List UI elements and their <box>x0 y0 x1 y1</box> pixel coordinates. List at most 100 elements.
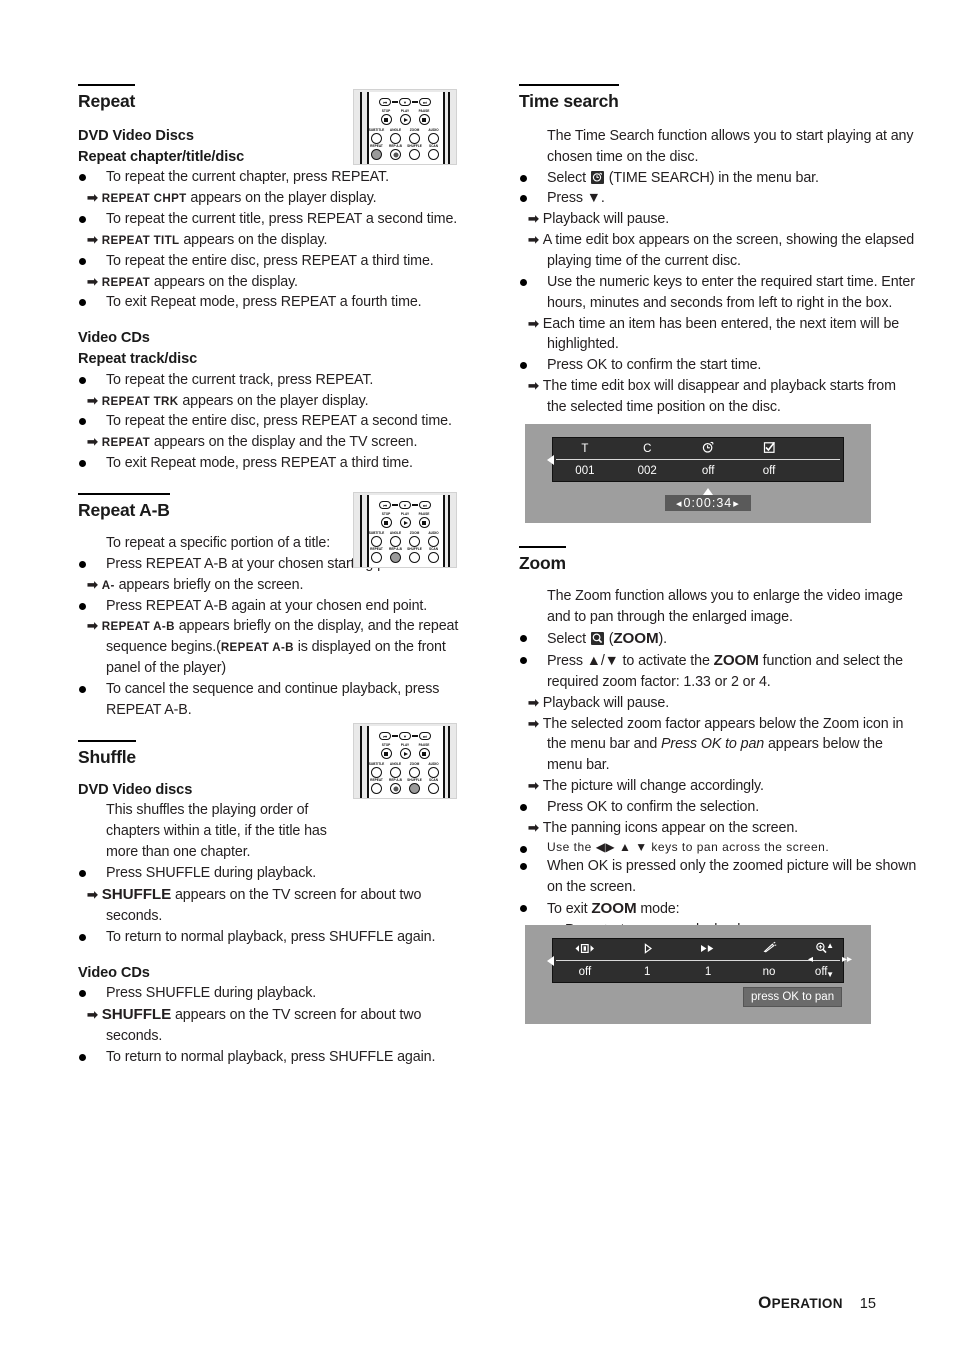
list-item: ➡ REPEAT TRK appears on the player displa… <box>87 392 369 409</box>
scan-button: SCAN <box>428 778 439 794</box>
remote-row-transport: ⏮ ▼ ⏭ <box>354 98 456 106</box>
up-arrow-icon: ▲ <box>826 941 834 950</box>
arrow-icon: ➡ <box>528 211 539 227</box>
arrow-icon: ➡ <box>87 231 98 247</box>
prev-button: ⏮ <box>379 501 392 509</box>
list-item: ➡ SHUFFLE appears on the TV screen for ab… <box>87 885 422 924</box>
connector <box>411 735 418 737</box>
figure-zoom-osd: off 1 1 no off ▲ ▼ ▸▸ ◂ press OK to pan <box>525 925 871 1024</box>
remote-row-playback: STOP PLAY PAUSE <box>354 743 456 759</box>
next-button: ⏭ <box>418 98 431 106</box>
menu-left-arrow-icon <box>547 454 554 465</box>
repeat-ab-button-highlighted: REP A-B <box>389 547 402 563</box>
right-arrow-icon: ▸▸ <box>841 954 852 965</box>
connector <box>411 101 418 103</box>
list-item: Press SHUFFLE during playback. <box>78 983 478 1004</box>
connector <box>411 504 418 506</box>
repeat-button: REPEAT <box>370 778 383 794</box>
down-arrow-icon: ▼ <box>826 970 834 979</box>
pause-button: PAUSE <box>418 743 430 759</box>
list-item: Select (ZOOM). <box>519 628 919 650</box>
arrow-icon: ➡ <box>528 715 539 731</box>
osd-value-row: 001 002 off off <box>553 460 843 481</box>
angle-button: ANGLE <box>390 531 401 547</box>
prev-button: ⏮ <box>379 732 392 740</box>
stop-button: STOP <box>380 743 392 759</box>
osd-menu-bar: T C 001 002 off off <box>547 437 844 482</box>
remote-row-transport: ⏮ ▼ ⏭ <box>354 732 456 740</box>
remote-row-modes: REPEAT REP A-B SHUFFLE SCAN <box>354 778 456 794</box>
osd-cell-subtitle-icon <box>617 942 678 958</box>
manual-page: Repeat DVD Video Discs Repeat chapter/ti… <box>0 0 954 1351</box>
osd-value-marker: off <box>762 464 776 477</box>
connector <box>392 101 399 103</box>
subtitle-button: SUBTITLE <box>369 128 384 144</box>
open-close-button: ▼ <box>399 98 411 106</box>
right-arrow-icon: ▸ <box>733 498 740 510</box>
section-time-search-header: Time search <box>519 84 919 115</box>
open-close-button: ▼ <box>399 732 411 740</box>
figure-time-search-osd: T C 001 002 off off ◂0:00:34▸ <box>525 424 871 523</box>
list-item: ➡ REPEAT appears on the display. <box>87 273 298 290</box>
page-number: 15 <box>859 1296 876 1312</box>
section-zoom-header: Zoom <box>519 545 919 577</box>
subtitle-button: SUBTITLE <box>369 762 384 778</box>
zoom-intro: The Zoom function allows you to enlarge … <box>547 587 903 625</box>
zoom-button: ZOOM <box>409 762 420 778</box>
time-edit-box: ◂0:00:34▸ <box>665 488 751 511</box>
list-item: ➡ The picture will change accordingly. <box>528 778 764 795</box>
list-item: ➡ SHUFFLE appears on the TV screen for ab… <box>87 1006 422 1045</box>
inner-left-arrow-icon: ◂ <box>807 954 813 965</box>
list-item: To repeat the current track, press REPEA… <box>78 370 478 391</box>
arrow-icon: ➡ <box>87 190 98 206</box>
connector <box>392 504 399 506</box>
list-item: ➡ REPEAT CHPT appears on the player displ… <box>87 190 377 207</box>
play-button: PLAY <box>399 743 411 759</box>
up-indicator-icon <box>702 488 713 495</box>
remote-figure-repeat: ⏮ ▼ ⏭ STOP PLAY PAUSE SUBTITLE ANGLE ZOO… <box>353 89 457 165</box>
osd-value-chapter: 002 <box>637 464 657 477</box>
list-item: ➡ REPEAT TITL appears on the display. <box>87 231 328 248</box>
osd-menu-bar-zoom: off 1 1 no off ▲ ▼ ▸▸ ◂ <box>547 938 852 983</box>
scan-button: SCAN <box>428 547 439 563</box>
footer-section-label: OPERATION <box>758 1293 843 1312</box>
repeat-ab-button: REP A-B <box>389 144 402 160</box>
list-item: Use the numeric keys to enter the requir… <box>519 272 919 314</box>
zoom-button: ZOOM <box>409 531 420 547</box>
remote-row-modes: REPEAT REP A-B SHUFFLE SCAN <box>354 547 456 563</box>
osd-value-audio-language: 1 <box>704 965 712 978</box>
remote-figure-shuffle: ⏮ ▼ ⏭ STOP PLAY PAUSE SUBTITLE ANGLE ZOO… <box>353 723 457 799</box>
remote-row-av: SUBTITLE ANGLE ZOOM AUDIO <box>354 531 456 547</box>
menu-left-arrow-icon <box>547 955 554 966</box>
osd-cell-time-search-icon <box>678 440 739 458</box>
list-item: Press ▼. <box>519 188 919 209</box>
list-item: ➡ A- appears briefly on the screen. <box>87 576 304 593</box>
subheading-video-cds: Video CDs <box>78 330 150 347</box>
audio-button: AUDIO <box>428 762 439 778</box>
arrow-icon: ➡ <box>87 1007 98 1023</box>
repeat-ab-button: REP A-B <box>389 778 402 794</box>
arrow-icon: ➡ <box>87 434 98 450</box>
arrow-icon: ➡ <box>528 778 539 794</box>
arrow-icon: ➡ <box>87 576 98 592</box>
list-item: To repeat the current title, press REPEA… <box>78 209 478 230</box>
osd-cell-sound-icon <box>553 942 617 958</box>
press-ok-to-pan-hint: press OK to pan <box>743 987 843 1007</box>
shuffle-button: SHUFFLE <box>407 547 422 563</box>
osd-cell-chapter-icon: C <box>643 442 652 455</box>
audio-button: AUDIO <box>428 128 439 144</box>
list-item: ➡ The panning icons appear on the screen. <box>528 819 799 836</box>
osd-icon-row <box>553 939 843 960</box>
remote-row-transport: ⏮ ▼ ⏭ <box>354 501 456 509</box>
subheading-video-cds-shuffle: Video CDs <box>78 964 150 981</box>
marker-icon <box>763 441 775 453</box>
page-footer: OPERATION 15 <box>758 1293 876 1313</box>
list-item: To return to normal playback, press SHUF… <box>78 1047 478 1068</box>
sound-icon <box>575 943 594 953</box>
arrow-icon: ➡ <box>87 618 98 634</box>
osd-value-camera-angle: no <box>762 965 776 978</box>
list-item: ➡ Playback will pause. <box>528 211 670 228</box>
angle-button: ANGLE <box>390 762 401 778</box>
list-item: To repeat the entire disc, press REPEAT … <box>78 411 478 432</box>
osd-cell-camera-angle-icon <box>739 941 800 958</box>
